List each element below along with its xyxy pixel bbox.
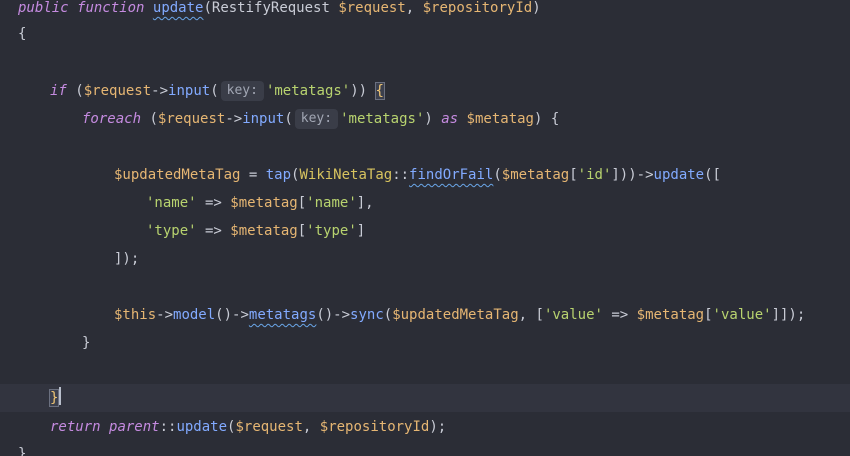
double-colon: :: xyxy=(159,419,177,435)
variable: $metatag xyxy=(466,111,534,127)
bracket: [ xyxy=(297,223,307,239)
code-line-8: ]); xyxy=(114,245,850,273)
keyword: public xyxy=(18,0,69,16)
code-line-9: $this->model()->metatags()->sync($update… xyxy=(114,301,850,329)
brace: } xyxy=(82,335,91,351)
arrow-operator: => xyxy=(196,195,231,211)
bracket: [ xyxy=(297,195,307,211)
comma: , xyxy=(405,0,423,16)
method-name: update xyxy=(176,419,228,435)
brace: { xyxy=(18,26,27,42)
string: 'id' xyxy=(577,167,612,183)
variable: $request xyxy=(235,419,303,435)
bracket: ]]); xyxy=(771,307,806,323)
string: 'value' xyxy=(712,307,772,323)
code-line-13: } xyxy=(18,440,850,456)
arrow-operator: => xyxy=(196,223,231,239)
variable: $repositoryId xyxy=(422,0,533,16)
keyword: function xyxy=(77,0,145,16)
keyword: parent xyxy=(109,419,160,435)
string: 'name' xyxy=(146,195,197,211)
arrow: -> xyxy=(156,307,174,323)
double-colon: :: xyxy=(392,167,410,183)
paren: ( xyxy=(383,307,393,323)
paren: ( xyxy=(210,83,219,99)
code-editor[interactable]: public function update(RestifyRequest $r… xyxy=(0,0,850,456)
string: 'metatags' xyxy=(340,111,425,127)
variable: $metatag xyxy=(501,167,570,183)
code-line-3: if ($request->input(key:'metatags')) { xyxy=(50,77,850,105)
method-name: metatags xyxy=(248,307,317,323)
class-name: WikiNetaTag xyxy=(299,167,393,183)
variable: $metatag xyxy=(230,223,298,239)
code-line-4: foreach ($request->input(key:'metatags')… xyxy=(82,105,850,133)
arrow: -> xyxy=(151,83,169,99)
variable: $metatag xyxy=(230,195,298,211)
string: 'name' xyxy=(306,195,357,211)
parameter-hint: key: xyxy=(220,81,264,101)
code-line-11[interactable]: } xyxy=(0,384,850,412)
code-line-7: 'type' => $metatag['type'] xyxy=(146,217,850,245)
method-name: update xyxy=(653,167,705,183)
string: 'type' xyxy=(306,223,357,239)
code-line-12: return parent::update($request, $reposit… xyxy=(50,413,850,441)
paren: ( xyxy=(75,83,84,99)
code-line-10: } xyxy=(82,329,850,357)
brace: } xyxy=(18,446,27,456)
variable: $request xyxy=(83,83,152,99)
variable: $updatedMetaTag xyxy=(392,307,519,323)
close-brackets: ]); xyxy=(114,251,140,267)
text-caret xyxy=(59,387,62,405)
method-name: model xyxy=(173,307,216,323)
paren: ([ xyxy=(704,167,721,183)
comma: , xyxy=(302,419,320,435)
bracket: ], xyxy=(356,195,374,211)
paren: ()-> xyxy=(215,307,249,323)
method-name: sync xyxy=(350,307,384,323)
paren: )) xyxy=(350,83,368,99)
keyword: as xyxy=(441,111,459,127)
variable: $request xyxy=(338,0,406,16)
code-line-5: $updatedMetaTag = tap ( WikiNetaTag::findO… xyxy=(114,161,850,189)
function-name: update xyxy=(152,0,204,16)
bracket: ]))-> xyxy=(611,167,654,183)
keyword: foreach xyxy=(82,111,142,127)
params-close: ) xyxy=(532,0,541,16)
method-name: input xyxy=(242,111,285,127)
params-open: (RestifyRequest xyxy=(203,0,339,16)
variable: $updatedMetaTag xyxy=(114,167,241,183)
paren: ( xyxy=(493,167,502,183)
string: 'value' xyxy=(543,307,603,323)
bracket: ] xyxy=(356,223,366,239)
matched-brace: } xyxy=(48,389,60,407)
variable: $request xyxy=(157,111,226,127)
paren: ( xyxy=(149,111,158,127)
arrow: -> xyxy=(225,111,243,127)
keyword: return xyxy=(50,419,101,435)
keyword: if xyxy=(50,83,67,99)
bracket: [ xyxy=(569,167,578,183)
paren: ( xyxy=(284,111,293,127)
method-name: input xyxy=(168,83,211,99)
variable: $metatag xyxy=(636,307,705,323)
method-name: findOrFail xyxy=(409,167,494,183)
variable: $repositoryId xyxy=(319,419,430,435)
variable: $this xyxy=(114,307,157,323)
operator: = xyxy=(240,167,266,183)
code-line-6: 'name' => $metatag['name'], xyxy=(146,189,850,217)
code-line-2: { xyxy=(18,20,850,48)
matched-brace: { xyxy=(374,82,386,100)
bracket: [ xyxy=(704,307,713,323)
string: 'metatags' xyxy=(265,83,351,99)
paren: ()-> xyxy=(316,307,351,323)
string: 'type' xyxy=(146,223,197,239)
arrow-operator: => xyxy=(602,307,637,323)
function-name: tap xyxy=(265,167,292,183)
paren: ) xyxy=(424,111,442,127)
punctuation: , [ xyxy=(518,307,544,323)
code-line-1: public function update(RestifyRequest $r… xyxy=(18,0,850,22)
paren: ) { xyxy=(533,111,560,127)
parameter-hint: key: xyxy=(294,109,339,129)
paren: ); xyxy=(429,419,447,435)
